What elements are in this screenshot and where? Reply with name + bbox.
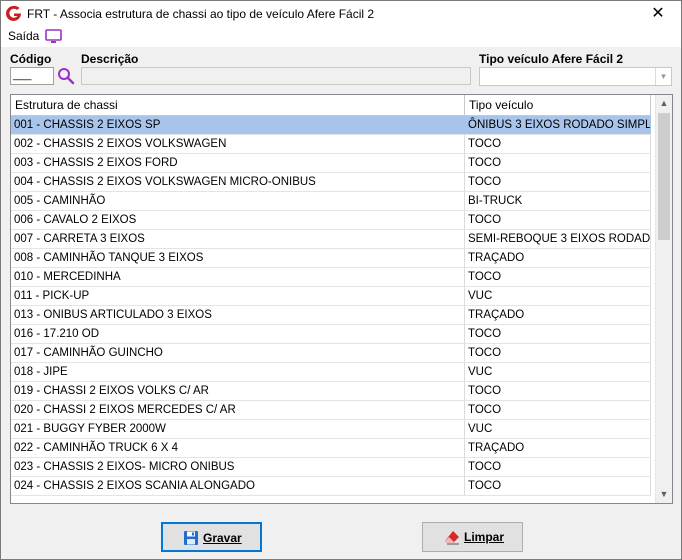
table-row[interactable]: 023 - CHASSIS 2 EIXOS- MICRO ONIBUS TOCO — [11, 458, 651, 477]
cell-estrutura-chassi: 010 - MERCEDINHA — [11, 268, 465, 286]
table-row[interactable]: 024 - CHASSIS 2 EIXOS SCANIA ALONGADO TOC… — [11, 477, 651, 496]
floppy-disk-icon — [184, 531, 198, 545]
cell-tipo-veiculo: VUC — [465, 420, 651, 438]
cell-tipo-veiculo: TRAÇADO — [465, 439, 651, 457]
cell-tipo-veiculo: TOCO — [465, 382, 651, 400]
cell-tipo-veiculo: ÔNIBUS 3 EIXOS RODADO SIMPL... — [465, 116, 651, 134]
table-row[interactable]: 003 - CHASSIS 2 EIXOS FORD TOCO — [11, 154, 651, 173]
table-row[interactable]: 018 - JIPE VUC — [11, 363, 651, 382]
cell-tipo-veiculo: TOCO — [465, 344, 651, 362]
table-row[interactable]: 016 - 17.210 OD TOCO — [11, 325, 651, 344]
cell-estrutura-chassi: 011 - PICK-UP — [11, 287, 465, 305]
descricao-label: Descrição — [81, 52, 139, 66]
cell-estrutura-chassi: 013 - ONIBUS ARTICULADO 3 EIXOS — [11, 306, 465, 324]
cell-tipo-veiculo: TOCO — [465, 458, 651, 476]
cell-estrutura-chassi: 007 - CARRETA 3 EIXOS — [11, 230, 465, 248]
table-row[interactable]: 017 - CAMINHÃO GUINCHO TOCO — [11, 344, 651, 363]
cell-estrutura-chassi: 001 - CHASSIS 2 EIXOS SP — [11, 116, 465, 134]
eraser-icon — [445, 531, 459, 545]
cell-estrutura-chassi: 024 - CHASSIS 2 EIXOS SCANIA ALONGADO — [11, 477, 465, 495]
cell-estrutura-chassi: 006 - CAVALO 2 EIXOS — [11, 211, 465, 229]
cell-tipo-veiculo: TRAÇADO — [465, 249, 651, 267]
vertical-scrollbar[interactable]: ▲ ▼ — [655, 95, 672, 503]
cell-estrutura-chassi: 017 - CAMINHÃO GUINCHO — [11, 344, 465, 362]
tipo-veiculo-select[interactable]: ▼ — [479, 67, 672, 86]
column-header-tipo-veiculo[interactable]: Tipo veículo — [465, 95, 651, 115]
cell-tipo-veiculo: TOCO — [465, 173, 651, 191]
frt-logo-icon — [6, 5, 21, 21]
gravar-button[interactable]: Gravar — [161, 522, 262, 552]
menu-item-saida[interactable]: Saída — [8, 29, 39, 43]
cell-estrutura-chassi: 002 - CHASSIS 2 EIXOS VOLKSWAGEN — [11, 135, 465, 153]
chevron-down-icon[interactable]: ▼ — [655, 68, 671, 85]
close-button[interactable]: ✕ — [635, 1, 681, 27]
scroll-up-icon[interactable]: ▲ — [656, 95, 672, 112]
search-icon[interactable] — [56, 67, 76, 85]
table-row[interactable]: 007 - CARRETA 3 EIXOS SEMI-REBOQUE 3 EIXO… — [11, 230, 651, 249]
cell-estrutura-chassi: 023 - CHASSIS 2 EIXOS- MICRO ONIBUS — [11, 458, 465, 476]
column-header-estrutura[interactable]: Estrutura de chassi — [11, 95, 465, 115]
window-title: FRT - Associa estrutura de chassi ao tip… — [27, 7, 375, 21]
table-row[interactable]: 005 - CAMINHÃO BI-TRUCK — [11, 192, 651, 211]
cell-tipo-veiculo: VUC — [465, 287, 651, 305]
scrollbar-thumb[interactable] — [658, 113, 670, 240]
descricao-field — [81, 67, 471, 85]
menu-bar: Saída — [1, 27, 681, 47]
cell-tipo-veiculo: TOCO — [465, 325, 651, 343]
close-icon: ✕ — [651, 5, 665, 22]
cell-estrutura-chassi: 020 - CHASSI 2 EIXOS MERCEDES C/ AR — [11, 401, 465, 419]
grid-header: Estrutura de chassi Tipo veículo — [11, 95, 651, 116]
cell-estrutura-chassi: 005 - CAMINHÃO — [11, 192, 465, 210]
cell-tipo-veiculo: TOCO — [465, 477, 651, 495]
grid-rows: 001 - CHASSIS 2 EIXOS SP ÔNIBUS 3 EIXOS R… — [11, 116, 651, 496]
table-row[interactable]: 022 - CAMINHÃO TRUCK 6 X 4 TRAÇADO — [11, 439, 651, 458]
cell-estrutura-chassi: 021 - BUGGY FYBER 2000W — [11, 420, 465, 438]
cell-estrutura-chassi: 018 - JIPE — [11, 363, 465, 381]
cell-estrutura-chassi: 004 - CHASSIS 2 EIXOS VOLKSWAGEN MICRO-O… — [11, 173, 465, 191]
cell-estrutura-chassi: 022 - CAMINHÃO TRUCK 6 X 4 — [11, 439, 465, 457]
cell-estrutura-chassi: 016 - 17.210 OD — [11, 325, 465, 343]
cell-tipo-veiculo: TRAÇADO — [465, 306, 651, 324]
cell-tipo-veiculo: TOCO — [465, 135, 651, 153]
cell-tipo-veiculo: TOCO — [465, 401, 651, 419]
table-row[interactable]: 019 - CHASSI 2 EIXOS VOLKS C/ AR TOCO — [11, 382, 651, 401]
cell-tipo-veiculo: VUC — [465, 363, 651, 381]
table-row[interactable]: 020 - CHASSI 2 EIXOS MERCEDES C/ AR TOCO — [11, 401, 651, 420]
table-row[interactable]: 006 - CAVALO 2 EIXOS TOCO — [11, 211, 651, 230]
limpar-label: Limpar — [464, 530, 505, 544]
cell-tipo-veiculo: SEMI-REBOQUE 3 EIXOS RODAD... — [465, 230, 651, 248]
table-row[interactable]: 010 - MERCEDINHA TOCO — [11, 268, 651, 287]
gravar-label: Gravar — [203, 531, 242, 545]
monitor-icon[interactable] — [45, 29, 62, 44]
codigo-input[interactable]: ___ — [10, 67, 54, 85]
main-window: FRT - Associa estrutura de chassi ao tip… — [0, 0, 682, 560]
cell-estrutura-chassi: 003 - CHASSIS 2 EIXOS FORD — [11, 154, 465, 172]
table-row[interactable]: 008 - CAMINHÃO TANQUE 3 EIXOS TRAÇADO — [11, 249, 651, 268]
table-row[interactable]: 021 - BUGGY FYBER 2000W VUC — [11, 420, 651, 439]
cell-tipo-veiculo: TOCO — [465, 268, 651, 286]
table-row[interactable]: 004 - CHASSIS 2 EIXOS VOLKSWAGEN MICRO-O… — [11, 173, 651, 192]
table-row[interactable]: 001 - CHASSIS 2 EIXOS SP ÔNIBUS 3 EIXOS R… — [11, 116, 651, 135]
chassis-grid: Estrutura de chassi Tipo veículo 001 - C… — [10, 94, 673, 504]
table-row[interactable]: 013 - ONIBUS ARTICULADO 3 EIXOS TRAÇADO — [11, 306, 651, 325]
cell-estrutura-chassi: 008 - CAMINHÃO TANQUE 3 EIXOS — [11, 249, 465, 267]
tipo-veiculo-label: Tipo veículo Afere Fácil 2 — [479, 52, 624, 66]
cell-tipo-veiculo: TOCO — [465, 154, 651, 172]
limpar-button[interactable]: Limpar — [422, 522, 523, 552]
scroll-down-icon[interactable]: ▼ — [656, 486, 672, 503]
codigo-label: Código — [10, 52, 52, 66]
table-row[interactable]: 002 - CHASSIS 2 EIXOS VOLKSWAGEN TOCO — [11, 135, 651, 154]
cell-estrutura-chassi: 019 - CHASSI 2 EIXOS VOLKS C/ AR — [11, 382, 465, 400]
cell-tipo-veiculo: BI-TRUCK — [465, 192, 651, 210]
cell-tipo-veiculo: TOCO — [465, 211, 651, 229]
title-bar: FRT - Associa estrutura de chassi ao tip… — [1, 1, 681, 27]
table-row[interactable]: 011 - PICK-UP VUC — [11, 287, 651, 306]
